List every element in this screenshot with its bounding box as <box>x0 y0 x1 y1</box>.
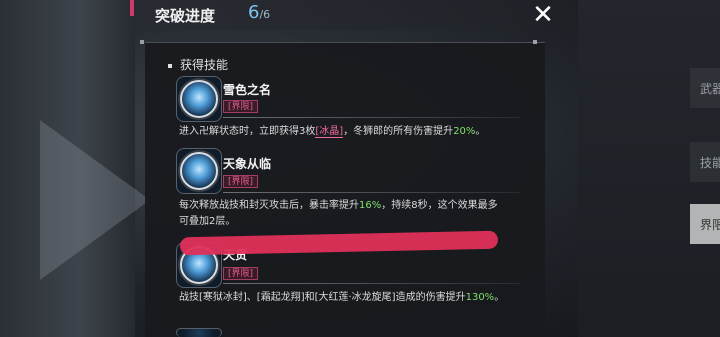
background-arrow-shape <box>40 120 150 280</box>
skill-badge: [界限] <box>223 100 259 113</box>
ice-dragon-icon <box>180 80 218 118</box>
desc-text: 。 <box>494 292 505 303</box>
desc-percent: 130% <box>465 292 495 303</box>
right-tab-label: 技能 <box>700 156 720 170</box>
desc-text: 可叠加2层。 <box>179 216 236 227</box>
progress-current: 6 <box>248 2 260 23</box>
ice-vortex-icon <box>180 152 218 190</box>
skill-name: 天象从临 <box>223 157 272 171</box>
skill-divider <box>223 283 520 284</box>
skill-divider <box>223 192 520 193</box>
skill-description: 进入卍解状态时，立即获得3枚[冰晶]，冬狮郎的所有伤害提升20%。 <box>179 124 529 140</box>
desc-text: 战技[寒狱冰封]、[霜起龙翔]和[大红莲·冰龙旋尾]造成的伤害提升 <box>179 292 466 303</box>
page-title: 突破进度 <box>155 7 216 25</box>
skill-icon-frame <box>176 148 222 194</box>
skill-description: 战技[寒狱冰封]、[霜起龙翔]和[大红莲·冰龙旋尾]造成的伤害提升130%。 <box>179 290 514 306</box>
desc-text: ，冬狮郎的所有伤害提升 <box>343 126 454 137</box>
skill-divider <box>223 117 520 118</box>
right-tab-skill[interactable]: 技能 <box>690 142 720 182</box>
panel-corner-dot <box>533 40 537 44</box>
panel-corner-dot <box>140 40 144 44</box>
desc-text: 。 <box>475 126 486 137</box>
desc-text: ，持续8秒，这个效果最多 <box>381 200 498 211</box>
skill-badge: [界限] <box>223 267 259 280</box>
desc-text: 每次释放战技和封灭攻击后，暴击率提升 <box>179 200 359 211</box>
keyword-link[interactable]: [冰晶] <box>315 126 344 138</box>
right-tab-label: 武器 <box>700 82 720 96</box>
right-tab-limit[interactable]: 界限 <box>690 204 720 244</box>
close-icon: ✕ <box>532 0 554 30</box>
skill-name: 雪色之名 <box>223 83 272 97</box>
right-tab-weapon[interactable]: 武器 <box>690 68 720 108</box>
skill-badge: [界限] <box>223 175 259 188</box>
skill-icon-frame <box>176 76 222 122</box>
section-heading: 获得技能 <box>168 56 228 73</box>
close-button[interactable]: ✕ <box>528 2 558 28</box>
desc-text: 进入卍解状态时，立即获得3枚 <box>179 126 316 137</box>
desc-percent: 20% <box>453 126 476 137</box>
skill-icon-frame <box>176 328 222 337</box>
skill-description: 每次释放战技和封灭攻击后，暴击率提升16%，持续8秒，这个效果最多 可叠加2层。 <box>179 198 529 230</box>
desc-percent: 16% <box>359 200 382 211</box>
breakthrough-progress: 6/6 <box>248 2 270 23</box>
header-accent <box>130 0 134 16</box>
progress-total: /6 <box>259 8 271 21</box>
right-tab-label: 界限 <box>700 218 720 232</box>
